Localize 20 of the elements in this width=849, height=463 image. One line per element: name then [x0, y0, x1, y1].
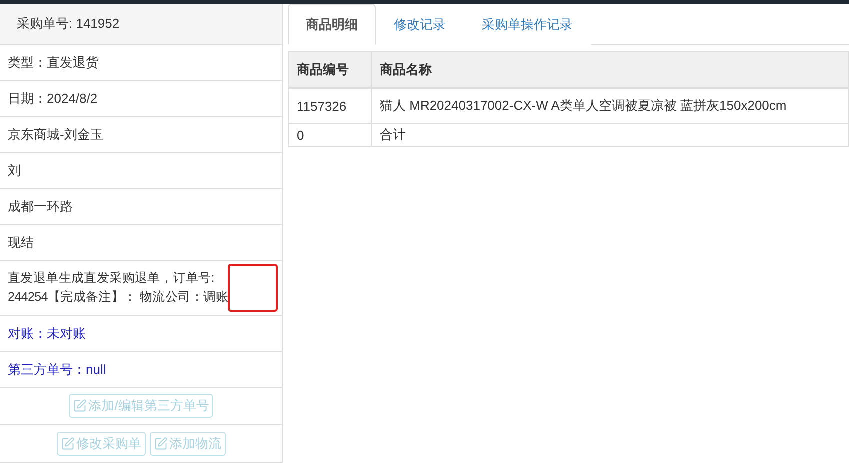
order-number-header: 采购单号: 141952	[0, 4, 282, 45]
table-cell: 0	[288, 124, 372, 146]
column-header: 商品编号	[288, 52, 372, 88]
note-text: 直发退单生成直发采购退单，订单号: 244254【完成备注】： 物流公司：调账	[8, 270, 229, 306]
info-text: 京东商城-刘金玉	[8, 126, 104, 144]
info-text: 现结	[8, 234, 34, 252]
table-cell: 合计	[372, 124, 848, 146]
info-link-text[interactable]: 对账：未对账	[8, 324, 86, 343]
column-header: 商品名称	[372, 52, 848, 88]
edit-icon	[72, 398, 87, 413]
info-text: 成都一环路	[8, 198, 73, 216]
info-text: 日期：2024/8/2	[8, 90, 98, 108]
info-link-text[interactable]: 第三方单号：null	[8, 360, 106, 379]
tab[interactable]: 商品明细	[288, 4, 376, 45]
table-cell: 1157326	[288, 88, 372, 124]
table-cell: 猫人 MR20240317002-CX-W A类单人空调被夏凉被 蓝拼灰150x200cm	[372, 88, 848, 124]
edit-icon	[60, 436, 74, 451]
info-text: 刘	[8, 162, 21, 180]
edit-icon	[154, 436, 168, 451]
info-text: 类型：直发退货	[8, 54, 99, 72]
